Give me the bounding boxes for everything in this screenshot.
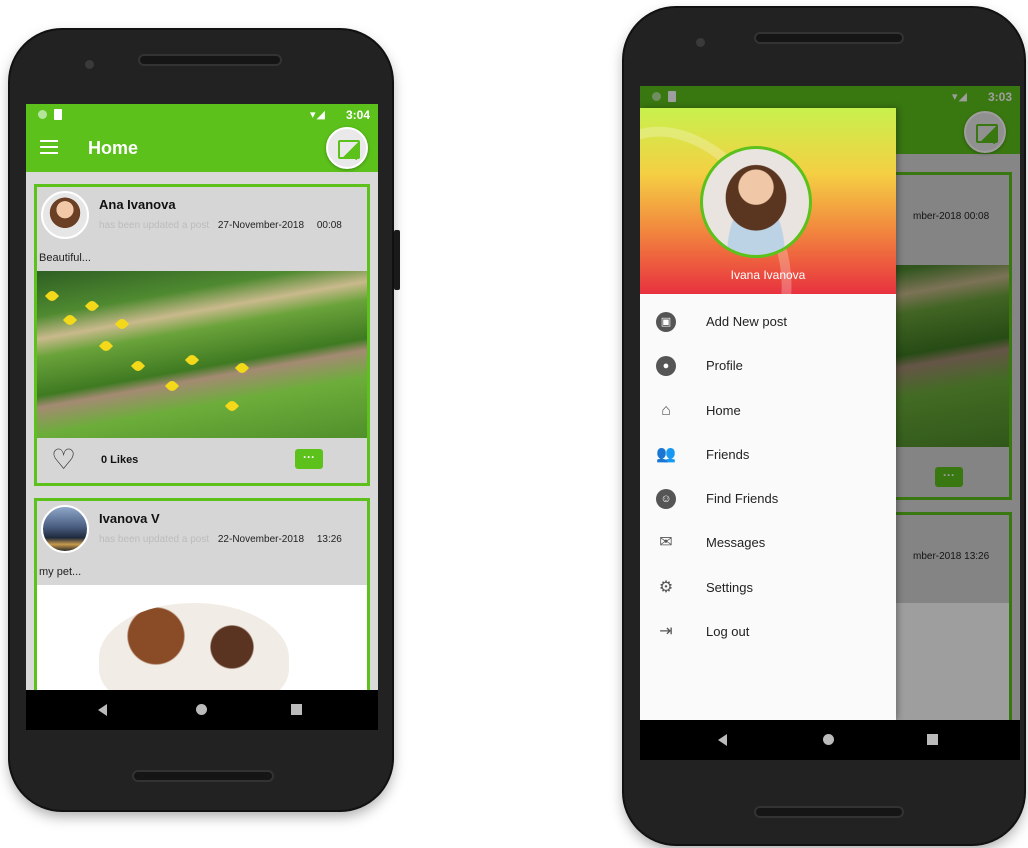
drawer-item-label: Home	[706, 402, 741, 418]
right-screen: ▾◢ 3:03 mber-2018 00:08 ··· mber-2018 13…	[640, 86, 1020, 760]
drawer-item-label: Messages	[706, 535, 766, 551]
recent-apps-icon[interactable]	[927, 734, 938, 745]
sd-card-icon	[54, 109, 62, 120]
flower	[84, 298, 100, 314]
top-speaker	[138, 54, 282, 66]
comment-icon[interactable]: ···	[295, 449, 323, 469]
drawer-item-home[interactable]: ⌂ Home	[640, 389, 896, 433]
post-action: has been updated a post	[99, 220, 210, 231]
post-description: my pet...	[39, 566, 82, 578]
profile-name: Ivana Ivanova	[730, 268, 806, 282]
front-camera	[85, 60, 94, 69]
add-post-button[interactable]	[326, 127, 368, 169]
hamburger-menu-icon[interactable]	[40, 140, 58, 154]
drawer-item-settings[interactable]: ⚙ Settings	[640, 566, 896, 610]
post-meta: has been updated a post 27-November-2018…	[99, 220, 342, 231]
left-phone-frame: ▾◢ 3:04 Home Ana Ivanova has been update…	[10, 30, 400, 810]
flower	[130, 358, 146, 374]
drawer-item-messages[interactable]: ✉ Messages	[640, 521, 896, 565]
flower	[234, 360, 250, 376]
envelope-icon: ✉	[659, 534, 673, 552]
gears-icon: ⚙	[658, 578, 674, 596]
drawer-item-label: Settings	[706, 579, 753, 595]
back-icon[interactable]	[98, 704, 107, 716]
flower	[44, 288, 60, 304]
post-time: 00:08	[316, 220, 342, 231]
post-username[interactable]: Ana Ivanova	[99, 197, 176, 212]
flower	[62, 312, 78, 328]
flower	[164, 378, 180, 394]
top-speaker	[754, 32, 904, 44]
power-button	[394, 230, 400, 290]
profile-avatar[interactable]	[700, 146, 812, 258]
system-nav-bar	[640, 720, 1020, 760]
like-bar: ♡ 0 Likes ···	[37, 438, 367, 483]
drawer-item-label: Log out	[706, 624, 750, 640]
recent-apps-icon[interactable]	[291, 704, 302, 715]
drawer-item-label: Add New post	[706, 314, 787, 329]
logout-icon: ⇥	[659, 623, 673, 641]
signal-icon: ▾◢	[310, 109, 326, 121]
avatar[interactable]	[41, 191, 89, 239]
likes-count: 0 Likes	[101, 454, 139, 466]
flower	[184, 352, 200, 368]
drawer-item-label: Profile	[706, 358, 743, 374]
home-icon: ⌂	[661, 401, 671, 419]
navigation-drawer: Ivana Ivanova ▣ Add New post ● Profile ⌂…	[640, 108, 896, 720]
drawer-item-label: Friends	[706, 446, 750, 462]
left-screen: ▾◢ 3:04 Home Ana Ivanova has been update…	[26, 104, 378, 730]
post-date: 27-November-2018	[217, 220, 305, 231]
right-phone-frame: ▾◢ 3:03 mber-2018 00:08 ··· mber-2018 13…	[624, 8, 1024, 844]
avatar[interactable]	[41, 505, 89, 553]
drawer-menu: ▣ Add New post ● Profile ⌂ Home 👥 Friend…	[640, 300, 896, 654]
front-camera	[696, 38, 705, 47]
back-icon[interactable]	[718, 734, 727, 746]
home-circle-icon[interactable]	[823, 734, 834, 745]
bottom-speaker	[132, 770, 274, 782]
home-circle-icon[interactable]	[196, 704, 207, 715]
drawer-item-profile[interactable]: ● Profile	[640, 344, 896, 388]
drawer-item-add-new-post[interactable]: ▣ Add New post	[640, 300, 896, 344]
post-card[interactable]: Ana Ivanova has been updated a post 27-N…	[34, 184, 370, 486]
find-friends-icon: ☺	[656, 489, 676, 510]
status-bar: ▾◢ 3:04	[26, 104, 378, 126]
flower	[114, 316, 130, 332]
post-image[interactable]	[37, 271, 367, 441]
bottom-speaker	[754, 806, 904, 818]
image-add-icon: ▣	[656, 312, 676, 332]
post-date: 22-November-2018	[217, 534, 305, 545]
post-action: has been updated a post	[99, 534, 210, 545]
system-nav-bar	[26, 690, 378, 730]
page-title: Home	[88, 138, 139, 158]
drawer-item-label: Find Friends	[706, 491, 779, 507]
drawer-item-log-out[interactable]: ⇥ Log out	[640, 610, 896, 654]
drawer-item-find-friends[interactable]: ☺ Find Friends	[640, 477, 896, 521]
flower	[224, 398, 240, 414]
drawer-item-friends[interactable]: 👥 Friends	[640, 433, 896, 477]
profile-icon: ●	[656, 356, 676, 377]
post-description: Beautiful...	[39, 252, 91, 264]
friends-icon: 👥	[656, 445, 676, 463]
flower	[98, 338, 114, 354]
heart-icon[interactable]: ♡	[51, 446, 76, 474]
status-time: 3:04	[345, 108, 370, 122]
notification-dot-icon	[38, 110, 47, 119]
post-meta: has been updated a post 22-November-2018…	[99, 534, 342, 545]
drawer-header: Ivana Ivanova	[640, 108, 896, 294]
post-time: 13:26	[316, 534, 342, 545]
post-username[interactable]: Ivanova V	[99, 511, 160, 526]
